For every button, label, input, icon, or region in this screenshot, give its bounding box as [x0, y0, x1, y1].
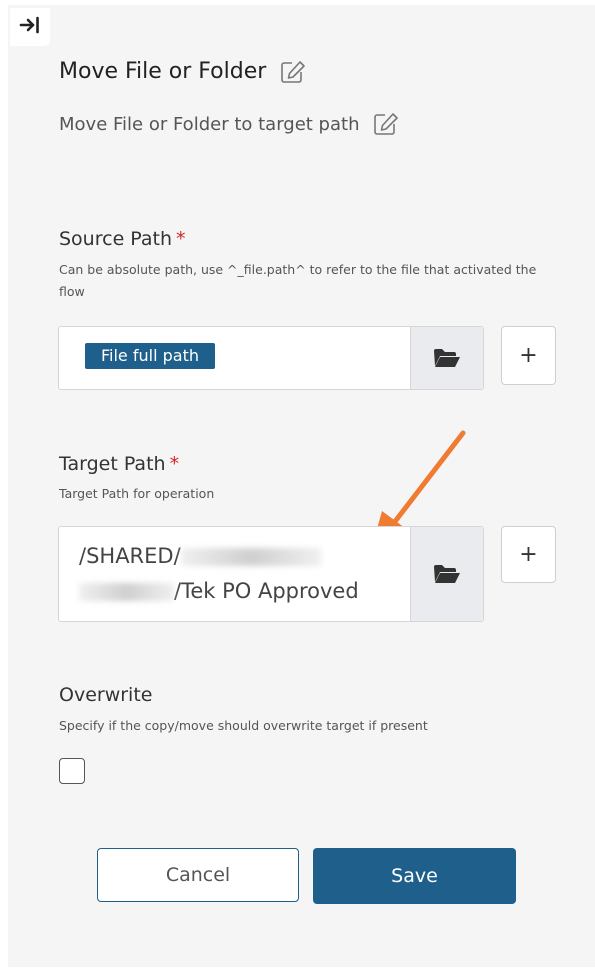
- cancel-button[interactable]: Cancel: [97, 848, 299, 902]
- target-path-value[interactable]: /SHARED/ /Tek PO Approved: [79, 539, 399, 609]
- target-path-line-2: /Tek PO Approved: [79, 574, 399, 609]
- target-path-help: Target Path for operation: [59, 486, 215, 501]
- source-path-input[interactable]: File full path: [58, 326, 484, 390]
- required-mark: *: [176, 228, 186, 250]
- edit-icon: [281, 60, 306, 83]
- redacted-segment: [79, 583, 174, 601]
- file-full-path-chip[interactable]: File full path: [85, 343, 215, 369]
- target-path-input[interactable]: /SHARED/ /Tek PO Approved: [58, 526, 484, 622]
- source-add-button[interactable]: +: [501, 326, 556, 385]
- edit-subtitle-button[interactable]: [373, 112, 399, 136]
- target-path-line-2-text: /Tek PO Approved: [174, 579, 359, 603]
- edit-title-button[interactable]: [280, 60, 306, 84]
- source-browse-button[interactable]: [410, 327, 483, 389]
- subtitle-row: Move File or Folder to target path: [59, 112, 399, 136]
- required-mark: *: [169, 453, 180, 475]
- target-path-label-text: Target Path: [59, 453, 166, 475]
- page-title: Move File or Folder: [59, 59, 267, 84]
- overwrite-label: Overwrite: [59, 684, 153, 706]
- target-path-line-1: /SHARED/: [79, 539, 399, 574]
- source-path-help: Can be absolute path, use ^_file.path^ t…: [59, 262, 537, 299]
- source-path-label: Source Path *: [59, 228, 186, 250]
- edit-icon: [374, 113, 399, 135]
- collapse-panel-button[interactable]: [10, 8, 50, 46]
- folder-open-icon: [434, 565, 460, 583]
- overwrite-checkbox[interactable]: [59, 758, 85, 784]
- overwrite-help: Specify if the copy/move should overwrit…: [59, 718, 428, 733]
- page-subtitle: Move File or Folder to target path: [59, 113, 360, 135]
- target-add-button[interactable]: +: [501, 526, 556, 583]
- target-path-label: Target Path *: [59, 453, 179, 475]
- save-button[interactable]: Save: [313, 848, 516, 904]
- title-row: Move File or Folder: [59, 59, 306, 84]
- collapse-panel-icon: [19, 16, 41, 38]
- target-browse-button[interactable]: [410, 527, 483, 621]
- folder-open-icon: [434, 349, 460, 367]
- target-path-line-1-text: /SHARED/: [79, 544, 181, 568]
- source-path-label-text: Source Path: [59, 228, 173, 250]
- redacted-segment: [180, 548, 321, 566]
